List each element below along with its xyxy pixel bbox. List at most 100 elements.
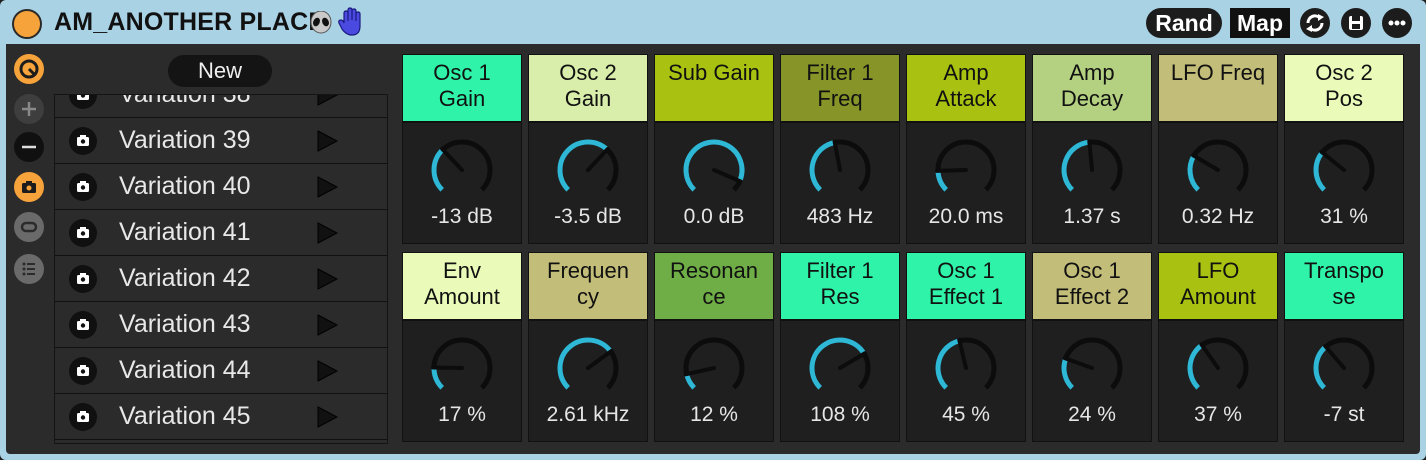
param-cell[interactable]: Frequen cy 2.61 kHz xyxy=(528,252,648,442)
preset-row[interactable]: Variation 45 xyxy=(55,394,387,440)
param-cell[interactable]: Transpo se -7 st xyxy=(1284,252,1404,442)
param-cell[interactable]: LFO Amount 37 % xyxy=(1158,252,1278,442)
param-cell[interactable]: Osc 1 Effect 1 45 % xyxy=(906,252,1026,442)
device-power-button[interactable] xyxy=(12,9,42,39)
preset-row[interactable]: Variation 39 xyxy=(55,118,387,164)
param-knob[interactable] xyxy=(805,135,875,205)
preset-row[interactable]: Variation 42 xyxy=(55,256,387,302)
preset-row[interactable]: Variation 40 xyxy=(55,164,387,210)
play-icon[interactable] xyxy=(315,94,339,107)
randomize-button[interactable]: Rand xyxy=(1146,8,1222,38)
play-icon[interactable] xyxy=(315,267,339,291)
param-value: 37 % xyxy=(1194,403,1242,426)
camera-icon xyxy=(77,95,89,100)
preset-row[interactable]: Variation 44 xyxy=(55,348,387,394)
preset-snapshot-button[interactable] xyxy=(69,265,97,293)
device-frame: AM_ANOTHER PLACE Rand Map New Variation … xyxy=(0,0,1426,460)
param-value: -13 dB xyxy=(431,205,493,228)
play-icon[interactable] xyxy=(315,313,339,337)
param-cell[interactable]: Sub Gain 0.0 dB xyxy=(654,54,774,244)
param-knob[interactable] xyxy=(427,333,497,403)
param-name: Filter 1 Freq xyxy=(806,60,874,111)
minus-box-icon xyxy=(20,221,38,233)
preset-row[interactable]: Variation 38 xyxy=(55,94,387,118)
preset-row[interactable]: Variation 41 xyxy=(55,210,387,256)
param-knob[interactable] xyxy=(1309,135,1379,205)
preset-name: Variation 39 xyxy=(119,126,251,154)
param-name: Transpo se xyxy=(1304,258,1384,309)
param-knob[interactable] xyxy=(679,333,749,403)
preset-snapshot-button[interactable] xyxy=(69,357,97,385)
remove-preset-button[interactable] xyxy=(14,132,44,162)
hand-icon xyxy=(338,7,361,36)
param-knob[interactable] xyxy=(427,135,497,205)
preset-list[interactable]: Variation 38 Variation 39 Variation 40 Vari… xyxy=(54,94,388,444)
play-icon[interactable] xyxy=(315,221,339,245)
param-name: LFO Amount xyxy=(1180,258,1256,309)
preset-snapshot-button[interactable] xyxy=(69,95,97,109)
param-knob[interactable] xyxy=(1057,135,1127,205)
more-options-button[interactable] xyxy=(1382,8,1412,38)
device-title: AM_ANOTHER PLACE xyxy=(54,8,326,36)
preset-toggle-button[interactable] xyxy=(14,54,44,84)
param-cell[interactable]: Env Amount 17 % xyxy=(402,252,522,442)
param-value: 1.37 s xyxy=(1063,205,1121,228)
preset-snapshot-button[interactable] xyxy=(69,173,97,201)
param-knob[interactable] xyxy=(1309,333,1379,403)
preset-row[interactable]: Variation 43 xyxy=(55,302,387,348)
param-knob[interactable] xyxy=(679,135,749,205)
preset-name: Variation 44 xyxy=(119,356,251,384)
param-cell[interactable]: Amp Attack 20.0 ms xyxy=(906,54,1026,244)
device-title-bar[interactable]: AM_ANOTHER PLACE Rand Map xyxy=(0,0,1426,44)
param-cell[interactable]: Osc 1 Gain -13 dB xyxy=(402,54,522,244)
param-cell[interactable]: Osc 2 Gain -3.5 dB xyxy=(528,54,648,244)
play-icon[interactable] xyxy=(315,175,339,199)
save-button[interactable] xyxy=(1341,8,1371,38)
play-icon[interactable] xyxy=(315,359,339,383)
param-value: -7 st xyxy=(1323,403,1365,426)
param-cell[interactable]: Filter 1 Freq 483 Hz xyxy=(780,54,900,244)
param-name: Env Amount xyxy=(424,258,500,309)
play-icon[interactable] xyxy=(315,129,339,153)
play-icon[interactable] xyxy=(315,405,339,429)
param-name-header: LFO Amount xyxy=(1159,253,1277,321)
add-preset-button[interactable] xyxy=(14,94,44,124)
param-name-header: Osc 2 Gain xyxy=(529,55,647,123)
capture-preset-button[interactable] xyxy=(14,172,44,202)
param-cell[interactable]: Filter 1 Res 108 % xyxy=(780,252,900,442)
param-knob[interactable] xyxy=(553,333,623,403)
param-name: Osc 1 Effect 2 xyxy=(1054,258,1130,309)
new-preset-button[interactable]: New xyxy=(168,55,272,87)
param-cell[interactable]: Osc 2 Pos 31 % xyxy=(1284,54,1404,244)
param-value: 0.32 Hz xyxy=(1181,205,1255,228)
param-cell[interactable]: Amp Decay 1.37 s xyxy=(1032,54,1152,244)
param-cell[interactable]: Osc 1 Effect 2 24 % xyxy=(1032,252,1152,442)
param-name: Osc 2 Gain xyxy=(559,60,617,111)
param-knob[interactable] xyxy=(1183,333,1253,403)
param-cell[interactable]: LFO Freq 0.32 Hz xyxy=(1158,54,1278,244)
param-knob[interactable] xyxy=(1183,135,1253,205)
param-cell[interactable]: Resonan ce 12 % xyxy=(654,252,774,442)
param-name-header: Filter 1 Freq xyxy=(781,55,899,123)
param-knob[interactable] xyxy=(931,333,1001,403)
param-knob[interactable] xyxy=(1057,333,1127,403)
param-knob[interactable] xyxy=(553,135,623,205)
param-knob[interactable] xyxy=(931,135,1001,205)
map-button[interactable]: Map xyxy=(1230,8,1290,38)
preset-snapshot-button[interactable] xyxy=(69,403,97,431)
param-name-header: Transpo se xyxy=(1285,253,1403,321)
param-value: 2.61 kHz xyxy=(546,403,630,426)
plus-icon xyxy=(22,102,36,116)
interpolate-button[interactable] xyxy=(14,212,44,242)
preset-snapshot-button[interactable] xyxy=(69,311,97,339)
preset-snapshot-button[interactable] xyxy=(69,127,97,155)
preset-snapshot-button[interactable] xyxy=(69,219,97,247)
param-knob[interactable] xyxy=(805,333,875,403)
preset-name: Variation 43 xyxy=(119,310,251,338)
param-name-header: Sub Gain xyxy=(655,55,773,123)
param-name-header: Amp Decay xyxy=(1033,55,1151,123)
refresh-button[interactable] xyxy=(1300,8,1330,38)
save-icon xyxy=(1349,16,1363,30)
list-view-button[interactable] xyxy=(14,254,44,284)
preset-name: Variation 40 xyxy=(119,172,251,200)
